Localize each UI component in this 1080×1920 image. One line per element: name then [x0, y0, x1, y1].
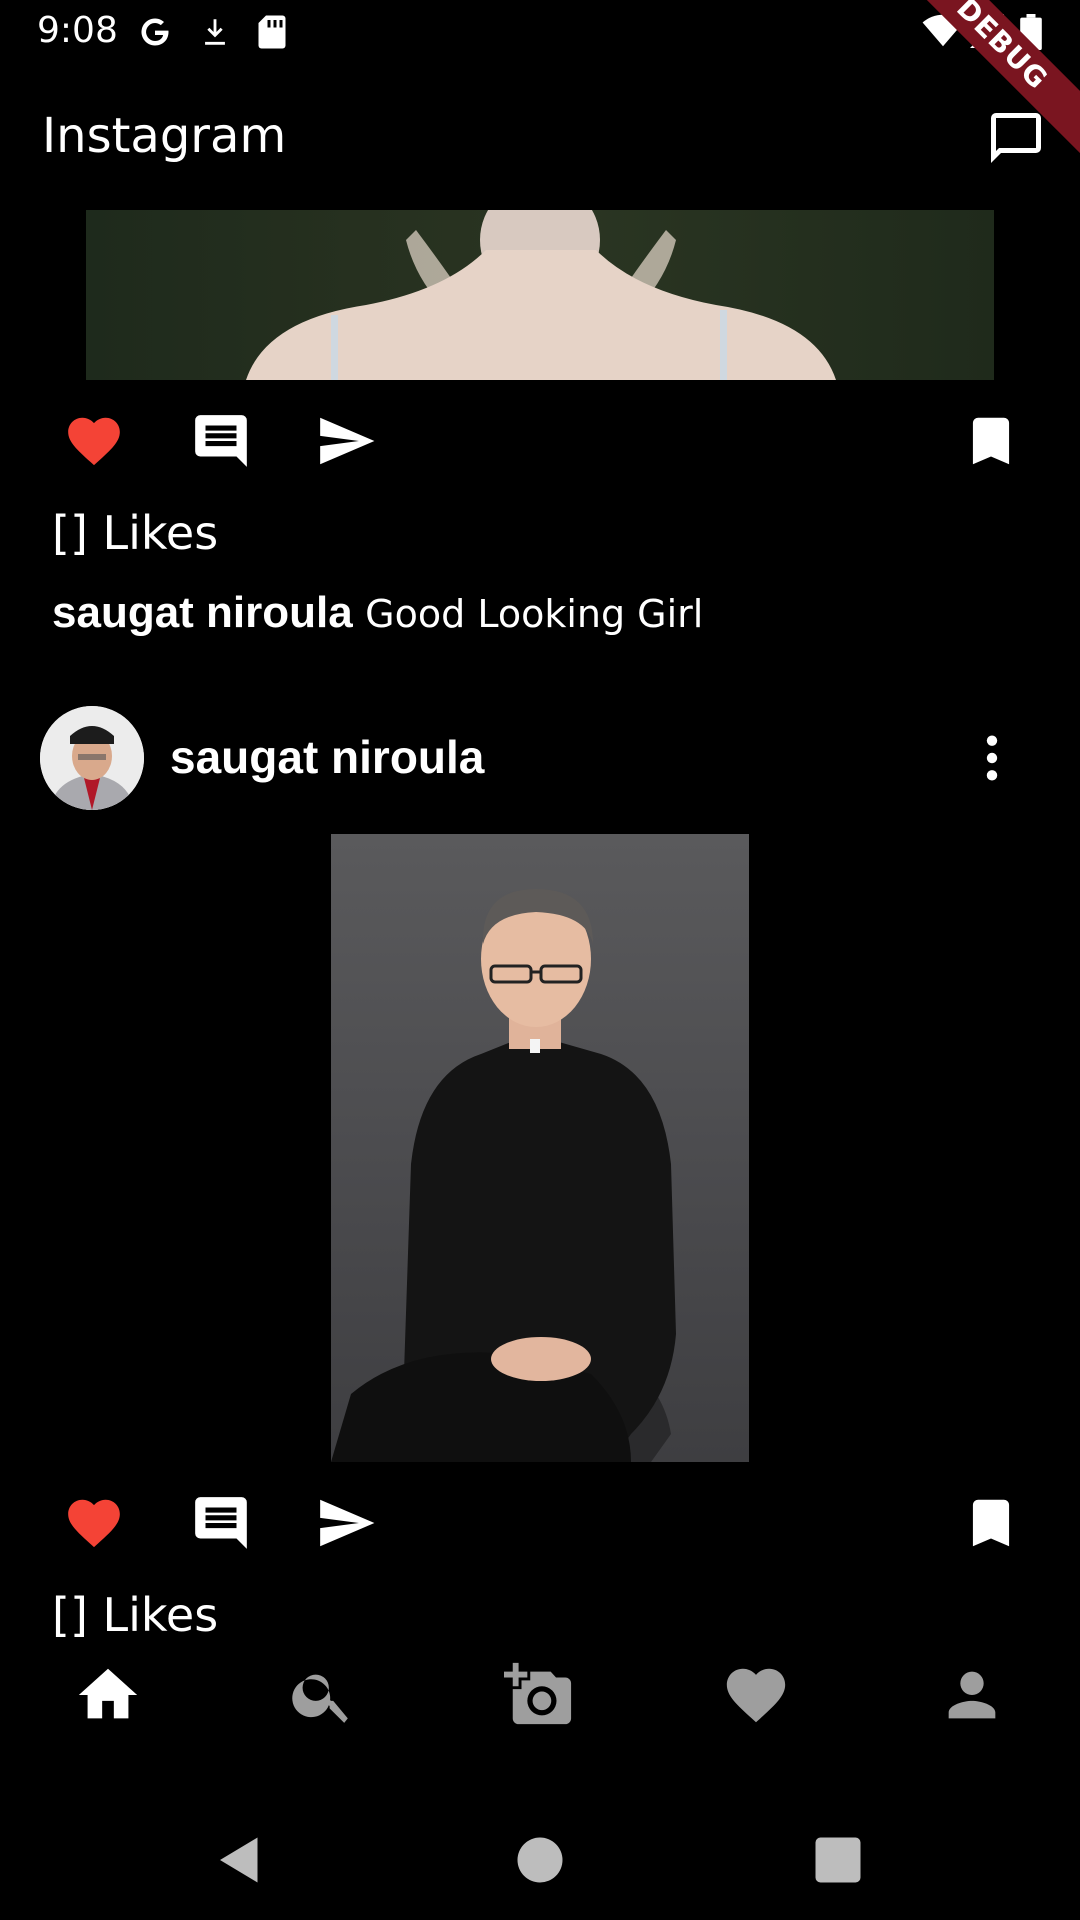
nav-profile[interactable]	[937, 1660, 1007, 1730]
post-actions	[0, 1492, 1080, 1562]
send-icon	[320, 1499, 375, 1547]
like-button[interactable]	[63, 410, 125, 472]
back-icon	[220, 1837, 258, 1883]
system-nav-bar	[0, 1800, 1080, 1920]
caption-username[interactable]: saugat niroula	[52, 588, 353, 637]
post-image[interactable]	[331, 834, 749, 1462]
comment-button[interactable]	[190, 1492, 252, 1554]
post-image[interactable]	[86, 210, 994, 380]
search-icon	[292, 1674, 348, 1723]
heart-icon	[68, 417, 120, 466]
send-icon	[320, 417, 375, 465]
app-title: Instagram	[42, 108, 287, 164]
heart-icon	[68, 1499, 120, 1548]
system-recents-button[interactable]	[808, 1830, 868, 1890]
nav-add-photo[interactable]	[504, 1660, 574, 1730]
share-button[interactable]	[315, 410, 377, 472]
recents-icon	[815, 1837, 861, 1883]
bookmark-icon	[972, 1499, 1010, 1547]
likes-count: [] Likes	[52, 506, 219, 560]
more-vert-icon	[986, 735, 998, 781]
bookmark-icon	[972, 417, 1010, 465]
likes-count: [] Likes	[52, 1588, 219, 1642]
google-icon	[137, 14, 173, 50]
home-icon	[78, 1668, 138, 1719]
share-button[interactable]	[315, 1492, 377, 1554]
caption-text: Good Looking Girl	[365, 592, 704, 636]
download-icon	[198, 14, 232, 50]
comment-icon	[195, 1497, 247, 1549]
comment-button[interactable]	[190, 410, 252, 472]
more-options-button[interactable]	[972, 732, 1012, 784]
post-caption: saugat niroula Good Looking Girl	[52, 588, 703, 638]
bottom-nav	[0, 1650, 1080, 1740]
home-circle-icon	[517, 1837, 563, 1883]
debug-banner: DEBUG	[887, 0, 1080, 159]
nav-search[interactable]	[288, 1660, 358, 1730]
system-home-button[interactable]	[510, 1830, 570, 1890]
add-photo-icon	[504, 1662, 572, 1725]
comment-icon	[195, 415, 247, 467]
post-username[interactable]: saugat niroula	[170, 730, 484, 784]
heart-icon	[726, 1668, 786, 1723]
chat-bubble-icon	[991, 113, 1041, 163]
sd-card-icon	[257, 14, 287, 50]
save-button[interactable]	[960, 410, 1022, 472]
nav-home[interactable]	[73, 1660, 143, 1730]
avatar[interactable]	[40, 706, 144, 810]
messages-button[interactable]	[986, 108, 1046, 168]
save-button[interactable]	[960, 1492, 1022, 1554]
post-actions	[0, 410, 1080, 480]
status-bar: 9:08 DEBUG	[0, 0, 1080, 159]
system-back-button[interactable]	[210, 1830, 270, 1890]
status-time: 9:08	[37, 10, 118, 51]
profile-icon	[948, 1671, 996, 1719]
nav-activity[interactable]	[721, 1660, 791, 1730]
like-button[interactable]	[63, 1492, 125, 1554]
